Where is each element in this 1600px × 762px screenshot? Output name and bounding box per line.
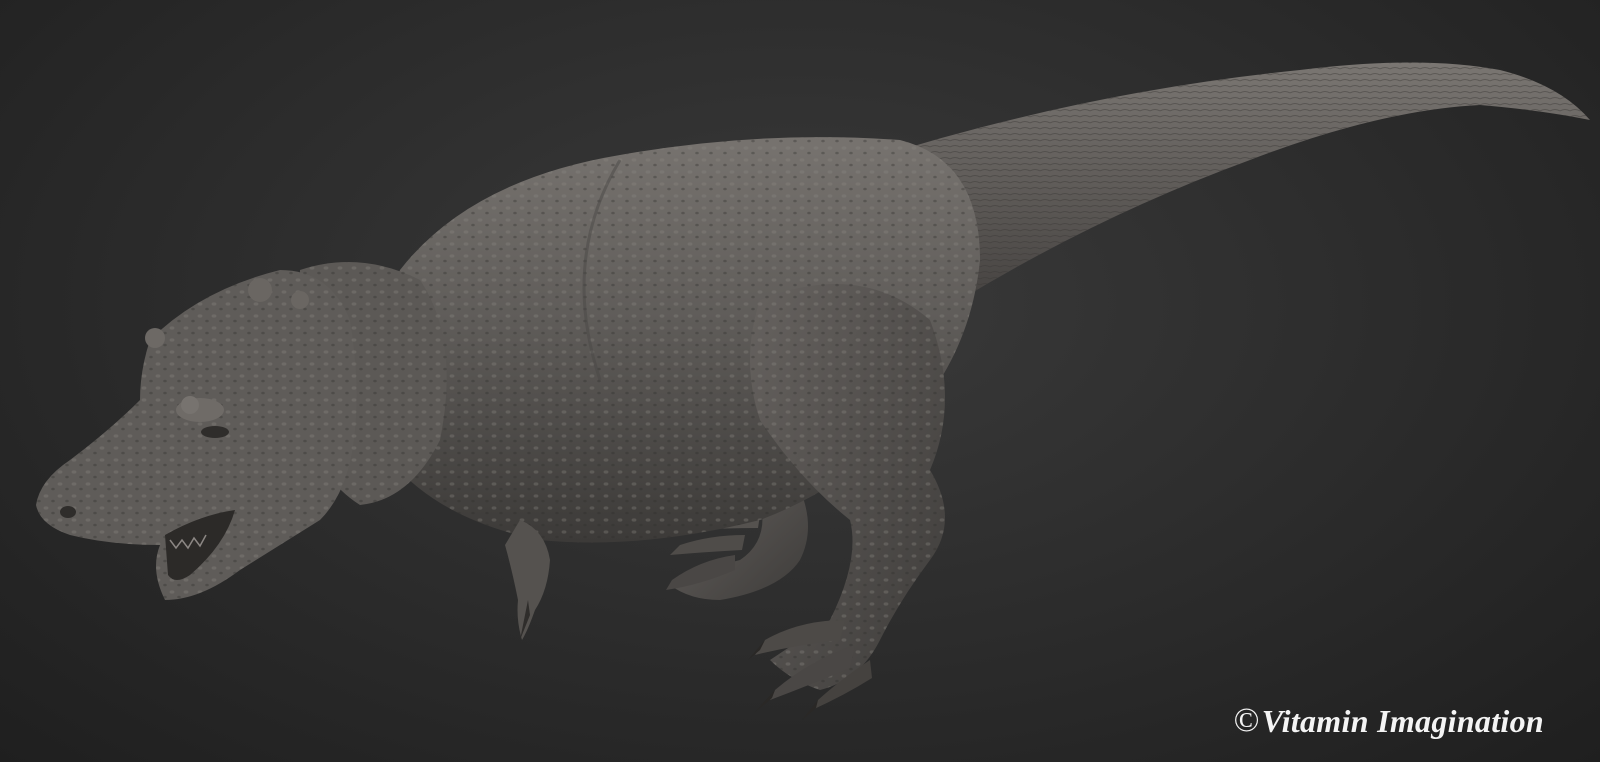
render-canvas: © Vitamin Imagination bbox=[0, 0, 1600, 762]
copyright-watermark: © Vitamin Imagination bbox=[1234, 702, 1544, 740]
tail bbox=[900, 62, 1590, 300]
watermark-text: Vitamin Imagination bbox=[1261, 702, 1544, 739]
copyright-icon: © bbox=[1233, 702, 1260, 739]
head bbox=[36, 270, 357, 600]
dinosaur-sculpt-render bbox=[36, 62, 1590, 720]
